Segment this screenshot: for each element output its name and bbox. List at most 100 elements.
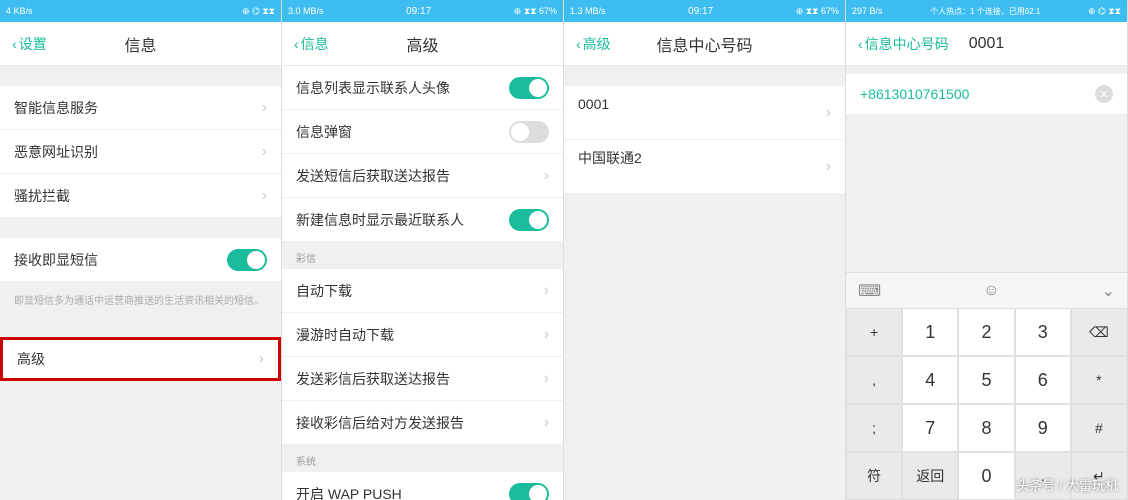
back-button[interactable]: ‹ 设置 — [0, 34, 59, 54]
key-semicolon[interactable]: ; — [846, 404, 902, 452]
item-advanced[interactable]: 高级 › — [0, 337, 281, 381]
chevron-right-icon: › — [544, 326, 549, 344]
chevron-right-icon: › — [826, 104, 831, 122]
item-roaming-download[interactable]: 漫游时自动下载 › — [282, 313, 563, 357]
screen-edit-number: 297 B/s 个人热点：1 个连接，已用62.1 ⊕ ⌬ ⧗⧗ ‹ 信息中心号… — [846, 0, 1128, 500]
status-right: ⊕ ⌬ ⧗⧗ — [1088, 6, 1121, 17]
content: 信息列表显示联系人头像 信息弹窗 发送短信后获取送达报告 › 新建信息时显示最近… — [282, 66, 563, 500]
key-4[interactable]: 4 — [902, 356, 958, 404]
chevron-left-icon: ‹ — [858, 36, 863, 52]
key-backspace[interactable]: ⌫ — [1071, 308, 1127, 356]
status-bar: 297 B/s 个人热点：1 个连接，已用62.1 ⊕ ⌬ ⧗⧗ — [846, 0, 1127, 22]
status-left: 1.3 MB/s — [570, 6, 606, 16]
back-label: 信息中心号码 — [865, 34, 949, 54]
back-label: 设置 — [19, 34, 47, 54]
item-label: 新建信息时显示最近联系人 — [296, 210, 464, 230]
key-symbol[interactable]: 符 — [846, 452, 902, 500]
key-2[interactable]: 2 — [958, 308, 1014, 356]
key-7[interactable]: 7 — [902, 404, 958, 452]
content: 0001 › 中国联通2 › — [564, 66, 845, 500]
clear-button[interactable]: ✕ — [1095, 85, 1113, 103]
status-hotspot: 个人热点：1 个连接，已用62.1 — [930, 6, 1040, 17]
item-mms-read-report[interactable]: 接收彩信后给对方发送报告 › — [282, 401, 563, 445]
chevron-left-icon: ‹ — [294, 36, 299, 52]
item-label: 自动下载 — [296, 281, 352, 301]
toggle-switch[interactable] — [509, 483, 549, 500]
back-button[interactable]: ‹ 高级 — [564, 34, 623, 54]
status-bar: 3.0 MB/s 09:17 ⊕ ⧗⧗ 67% — [282, 0, 563, 22]
keypad-toolbar: ⌨ ☺ ⌄ — [846, 272, 1127, 308]
item-label: 骚扰拦截 — [14, 186, 70, 206]
back-button[interactable]: ‹ 信息中心号码 — [846, 34, 961, 54]
item-sms-delivery[interactable]: 发送短信后获取送达报告 › — [282, 154, 563, 198]
key-9[interactable]: 9 — [1015, 404, 1071, 452]
item-popup[interactable]: 信息弹窗 — [282, 110, 563, 154]
key-5[interactable]: 5 — [958, 356, 1014, 404]
chevron-right-icon: › — [262, 187, 267, 205]
item-sub — [578, 170, 588, 185]
item-spam-block[interactable]: 骚扰拦截 › — [0, 174, 281, 218]
item-mms-delivery[interactable]: 发送彩信后获取送达报告 › — [282, 357, 563, 401]
key-1[interactable]: 1 — [902, 308, 958, 356]
key-6[interactable]: 6 — [1015, 356, 1071, 404]
item-flash-sms[interactable]: 接收即显短信 — [0, 238, 281, 282]
toggle-switch[interactable] — [227, 249, 267, 271]
collapse-icon[interactable]: ⌄ — [1102, 281, 1115, 301]
chevron-right-icon: › — [544, 414, 549, 432]
item-malicious-url[interactable]: 恶意网址识别 › — [0, 130, 281, 174]
keyboard-icon[interactable]: ⌨ — [858, 281, 881, 301]
item-auto-download[interactable]: 自动下载 › — [282, 269, 563, 313]
status-right: ⊕ ⌬ ⧗⧗ — [242, 6, 275, 17]
screen-advanced: 3.0 MB/s 09:17 ⊕ ⧗⧗ 67% ‹ 信息 高级 信息列表显示联系… — [282, 0, 564, 500]
content: 智能信息服务 › 恶意网址识别 › 骚扰拦截 › 接收即显短信 即显短信多为通话… — [0, 66, 281, 500]
toggle-switch[interactable] — [509, 121, 549, 143]
watermark: 头条号 / 大雷玩机 — [1016, 475, 1118, 494]
status-time: 09:17 — [406, 6, 431, 17]
toggle-switch[interactable] — [509, 209, 549, 231]
nav-bar: ‹ 高级 信息中心号码 — [564, 22, 845, 66]
key-0[interactable]: 0 — [958, 452, 1014, 500]
item-label: 发送短信后获取送达报告 — [296, 166, 450, 186]
key-comma[interactable]: , — [846, 356, 902, 404]
item-label: 0001 — [578, 96, 609, 112]
chevron-right-icon: › — [259, 350, 264, 368]
status-bar: 4 KB/s ⊕ ⌬ ⧗⧗ — [0, 0, 281, 22]
item-label: 接收彩信后给对方发送报告 — [296, 413, 464, 433]
nav-bar: ‹ 设置 信息 — [0, 22, 281, 66]
chevron-left-icon: ‹ — [576, 36, 581, 52]
screen-sms-center: 1.3 MB/s 09:17 ⊕ ⧗⧗ 67% ‹ 高级 信息中心号码 0001… — [564, 0, 846, 500]
section-mms: 彩信 — [282, 242, 563, 269]
item-wap-push[interactable]: 开启 WAP PUSH — [282, 472, 563, 500]
item-sub — [578, 114, 588, 129]
item-sim1[interactable]: 0001 › — [564, 86, 845, 140]
back-button[interactable]: ‹ 信息 — [282, 34, 341, 54]
phone-input-row[interactable]: +8613010761500 ✕ — [846, 74, 1127, 114]
close-icon: ✕ — [1099, 88, 1108, 101]
item-label: 信息列表显示联系人头像 — [296, 78, 450, 98]
key-3[interactable]: 3 — [1015, 308, 1071, 356]
key-hash[interactable]: # — [1071, 404, 1127, 452]
page-title: 信息中心号码 — [656, 32, 752, 56]
status-right: ⊕ ⧗⧗ 67% — [514, 6, 557, 17]
item-smart-sms[interactable]: 智能信息服务 › — [0, 86, 281, 130]
item-sim2[interactable]: 中国联通2 › — [564, 140, 845, 194]
key-back[interactable]: 返回 — [902, 452, 958, 500]
toggle-switch[interactable] — [509, 77, 549, 99]
key-8[interactable]: 8 — [958, 404, 1014, 452]
item-label: 信息弹窗 — [296, 122, 352, 142]
item-label: 高级 — [17, 349, 45, 369]
emoji-icon[interactable]: ☺ — [983, 282, 999, 300]
status-time: 09:17 — [688, 6, 713, 17]
item-label: 开启 WAP PUSH — [296, 484, 402, 500]
item-recent-contacts[interactable]: 新建信息时显示最近联系人 — [282, 198, 563, 242]
chevron-right-icon: › — [544, 282, 549, 300]
key-star[interactable]: * — [1071, 356, 1127, 404]
item-show-avatar[interactable]: 信息列表显示联系人头像 — [282, 66, 563, 110]
phone-input[interactable]: +8613010761500 — [860, 86, 969, 102]
chevron-right-icon: › — [262, 143, 267, 161]
nav-bar: ‹ 信息中心号码 0001 — [846, 22, 1127, 66]
key-plus[interactable]: + — [846, 308, 902, 356]
item-label: 智能信息服务 — [14, 98, 98, 118]
status-right: ⊕ ⧗⧗ 67% — [796, 6, 839, 17]
page-title: 信息 — [124, 32, 156, 56]
